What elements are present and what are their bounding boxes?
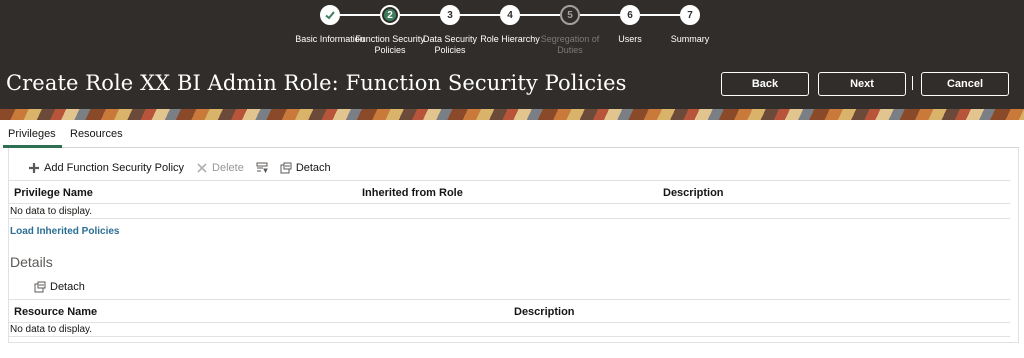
add-button-label: Add Function Security Policy [44,162,185,174]
add-function-security-policy-button[interactable]: Add Function Security Policy [28,162,184,174]
privileges-table-header: Privilege Name Inherited from Role Descr… [8,180,1010,204]
train-connector [460,14,500,16]
train-stop-data-security-policies[interactable]: 3 [440,5,460,25]
checkmark-icon [325,11,335,20]
train-label-function-security-policies[interactable]: Function Security Policies [352,34,428,56]
back-button-label: Back [751,78,779,90]
resources-table-header: Resource Name Description [8,299,1010,323]
detach-icon [280,162,292,174]
train-connector [340,14,380,16]
train-stop-function-security-policies[interactable]: 2 [380,5,400,25]
step-number: 2 [387,9,393,21]
resources-empty-message: No data to display. [10,324,93,335]
step-number: 6 [627,9,633,21]
train-connector [640,14,680,16]
load-inherited-policies-link[interactable]: Load Inherited Policies [10,226,119,237]
tab-resources[interactable]: Resources [70,128,123,140]
detach-icon [34,281,46,293]
privileges-empty-message: No data to display. [10,206,93,217]
freeze-columns-button[interactable] [256,162,268,174]
page-header: 2 3 4 5 6 7 Basic Information Function S… [0,0,1024,109]
detach-button[interactable]: Detach [280,162,331,174]
column-description[interactable]: Description [663,187,724,199]
column-privilege-name[interactable]: Privilege Name [14,187,93,199]
delete-button-label: Delete [212,162,244,174]
train-stop-users[interactable]: 6 [620,5,640,25]
train-label-summary[interactable]: Summary [652,34,728,45]
row-divider [8,336,1010,337]
train-stop-segregation-of-duties: 5 [560,5,580,25]
train-stop-summary[interactable]: 7 [680,5,700,25]
privileges-toolbar: Add Function Security Policy Delete Deta… [28,160,343,176]
details-detach-label: Detach [50,281,85,293]
x-icon [197,163,207,173]
row-divider [8,218,1010,219]
button-separator [912,76,913,90]
cancel-button-label: Cancel [946,78,984,90]
step-number: 4 [507,9,513,21]
column-resource-description[interactable]: Description [514,306,575,318]
page-title: Create Role XX BI Admin Role: Function S… [6,71,627,95]
step-number: 5 [567,9,573,21]
next-button-label: Next [850,78,874,90]
details-heading: Details [10,254,53,270]
detach-button-label: Detach [295,162,331,174]
step-number: 3 [447,9,453,21]
train-stop-basic-information[interactable] [320,5,340,25]
column-resource-name[interactable]: Resource Name [14,306,97,318]
tab-privileges[interactable]: Privileges [8,128,56,140]
cancel-button[interactable]: Cancel [921,72,1009,96]
train-connector [520,14,560,16]
step-number: 7 [687,9,693,21]
plus-icon [29,163,39,173]
delete-button: Delete [196,162,244,174]
train-stop-role-hierarchy[interactable]: 4 [500,5,520,25]
back-button[interactable]: Back [721,72,809,96]
next-button[interactable]: Next [818,72,906,96]
train-connector [580,14,620,16]
column-inherited-from-role[interactable]: Inherited from Role [362,187,463,199]
train-connector [400,14,440,16]
decorative-banner [0,109,1024,120]
details-detach-button[interactable]: Detach [34,281,85,293]
freeze-icon [256,162,268,174]
details-toolbar: Detach [34,279,97,295]
